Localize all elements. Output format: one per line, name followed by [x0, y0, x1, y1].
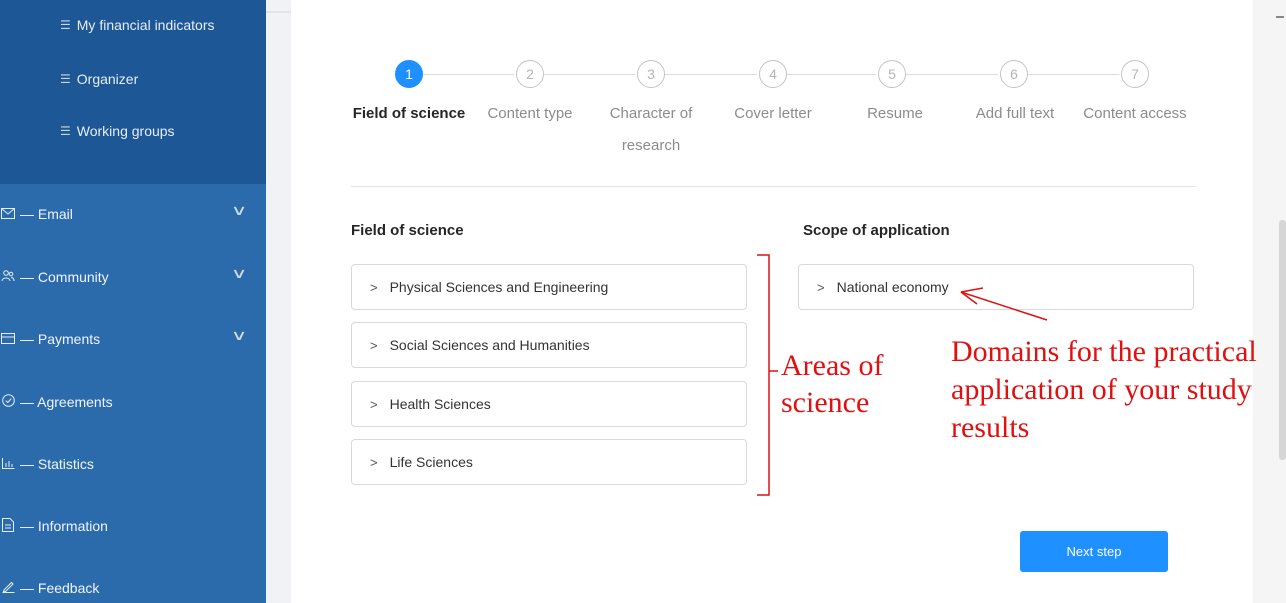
annotation-areas-line1: Areas of — [781, 349, 884, 382]
annotation-domains-line1: Domains for the practical — [951, 335, 1257, 368]
annotation-domains-line3: results — [951, 411, 1030, 444]
annotation-domains-line2: application of your study — [951, 373, 1252, 406]
annotation-overlay — [757, 254, 1048, 496]
annotation-areas-line2: science — [781, 386, 870, 419]
annotation-arrow — [960, 287, 1048, 321]
areas-bracket — [757, 254, 770, 496]
